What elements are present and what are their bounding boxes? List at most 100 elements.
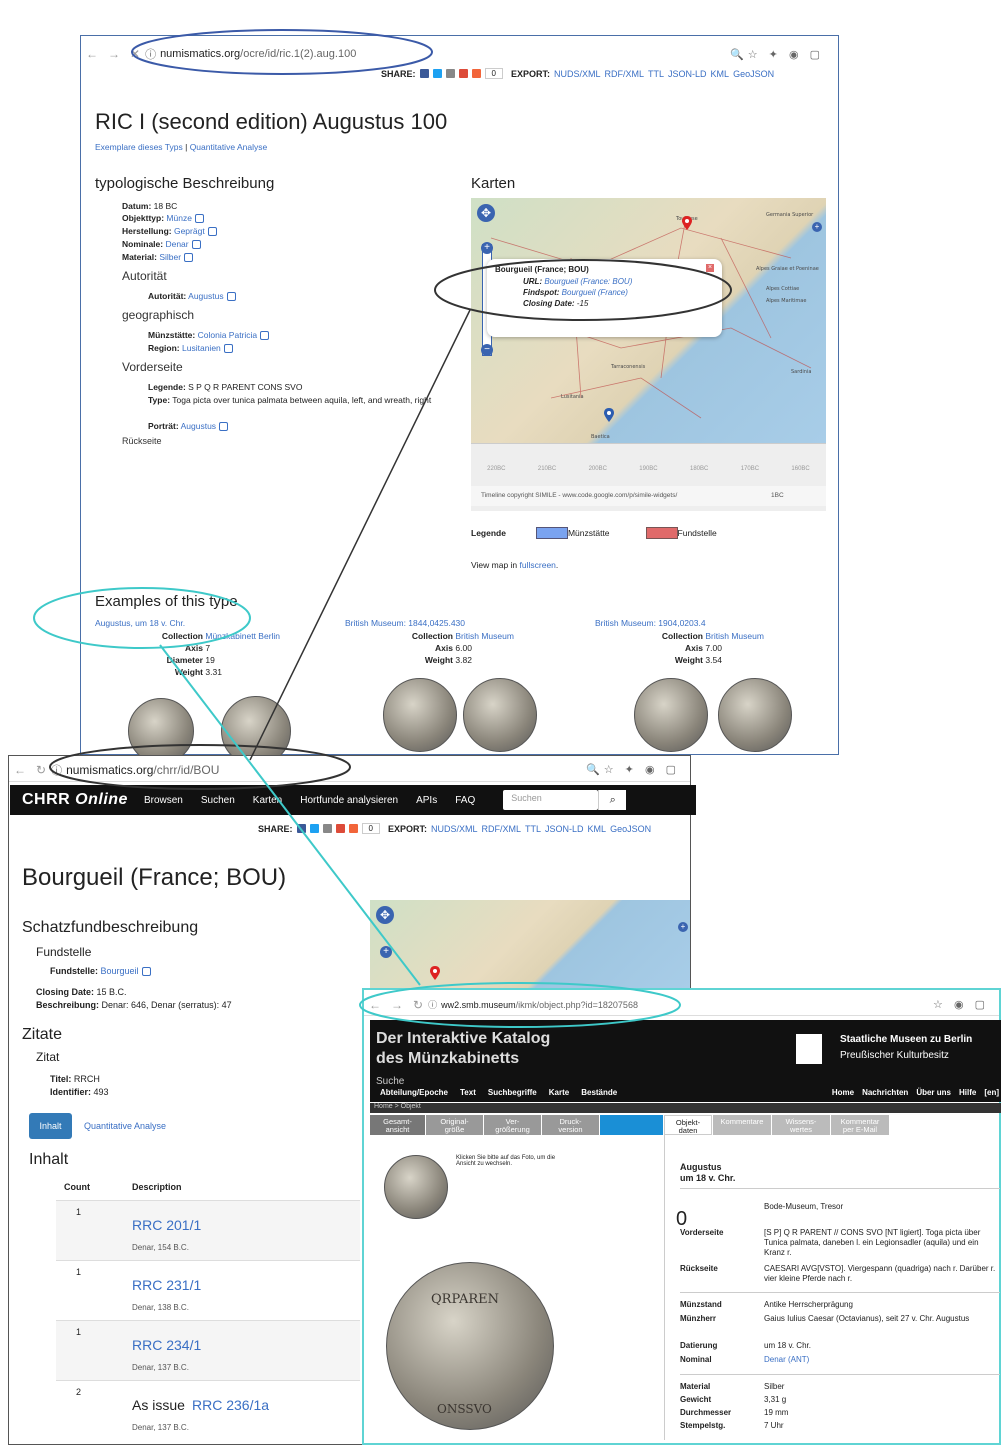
pan-control-icon[interactable]: ✥	[376, 906, 394, 924]
export-json-ld-link[interactable]: JSON-LD	[668, 69, 707, 79]
tab-gesamtansicht[interactable]: Gesamt- ansicht	[370, 1115, 425, 1135]
external-link-icon[interactable]	[226, 292, 236, 302]
tab-kommentare[interactable]: Kommentare	[713, 1115, 771, 1135]
example-2-reverse-image[interactable]	[463, 678, 537, 752]
obverse-large-image[interactable]: QRPAREN ONSSVO	[386, 1262, 554, 1430]
zoom-in-icon[interactable]: +	[380, 946, 392, 958]
search-label[interactable]: Suche	[376, 1076, 404, 1087]
detail-value-link[interactable]: Denar (ANT)	[764, 1355, 1000, 1365]
field-value-link[interactable]: Münze	[166, 213, 192, 223]
tab-inhalt[interactable]: Inhalt	[29, 1113, 72, 1139]
menu-lang[interactable]: [en]	[984, 1088, 999, 1097]
example-2-title[interactable]: British Museum: 1844,0425.430	[345, 618, 465, 628]
fundstelle-link[interactable]: Bourgueil	[101, 966, 139, 976]
tab-objektdaten[interactable]: Objekt- daten	[664, 1115, 712, 1135]
tab-druckversion[interactable]: Druck- version	[542, 1115, 599, 1135]
example-1-title[interactable]: Augustus, um 18 v. Chr.	[95, 618, 185, 628]
reload-icon[interactable]: ↻	[413, 998, 423, 1012]
tab-vergroesserung[interactable]: Ver- größerung	[484, 1115, 541, 1135]
addthis-icon[interactable]	[471, 69, 481, 78]
facebook-icon[interactable]	[419, 69, 429, 78]
back-icon[interactable]: ←	[14, 763, 26, 777]
row-link[interactable]: RRC 236/1a	[192, 1397, 269, 1413]
browser-toolbar-icons[interactable]: ☆ ◉ ▢	[933, 998, 989, 1011]
popup-close-icon[interactable]: ×	[706, 264, 714, 272]
nav-apis[interactable]: APIs	[416, 795, 437, 806]
facebook-icon[interactable]	[296, 824, 306, 833]
export-kml-link[interactable]: KML	[711, 69, 730, 79]
tab-originalgroesse[interactable]: Original- größe	[426, 1115, 483, 1135]
row-link[interactable]: RRC 234/1	[132, 1337, 201, 1353]
nav-karten[interactable]: Karten	[253, 795, 282, 806]
email-icon[interactable]	[322, 824, 332, 833]
external-link-icon[interactable]	[194, 214, 204, 224]
example-3-obverse-image[interactable]	[634, 678, 708, 752]
breadcrumb[interactable]: Home > Objekt	[370, 1103, 1001, 1113]
menu-text[interactable]: Text	[460, 1088, 476, 1097]
email-icon[interactable]	[445, 69, 455, 78]
nav-hortfunde[interactable]: Hortfunde analysieren	[300, 795, 398, 806]
menu-karte[interactable]: Karte	[549, 1088, 569, 1097]
example-2-obverse-image[interactable]	[383, 678, 457, 752]
chrr-map[interactable]: ✥ + +	[370, 900, 690, 988]
external-link-icon[interactable]	[223, 344, 233, 354]
tab-wissenswertes[interactable]: Wissens- wertes	[772, 1115, 830, 1135]
field-value-link[interactable]: Lusitanien	[182, 343, 221, 353]
popup-url-link[interactable]: Bourgueil (France: BOU)	[544, 277, 632, 286]
reload-icon[interactable]: ↻	[36, 763, 46, 777]
external-link-icon[interactable]	[141, 967, 151, 977]
field-value-link[interactable]: Augustus	[181, 421, 216, 431]
ocre-map[interactable]: Toulouse Germania Superior Alpes Graiae …	[471, 198, 826, 443]
external-link-icon[interactable]	[260, 331, 270, 341]
external-link-icon[interactable]	[184, 253, 194, 263]
tab-quantitative-analyse[interactable]: Quantitative Analyse	[84, 1121, 166, 1131]
layer-switcher-icon[interactable]: +	[678, 922, 688, 932]
zoom-in-icon[interactable]: +	[481, 242, 493, 254]
example-3-reverse-image[interactable]	[718, 678, 792, 752]
menu-bestaende[interactable]: Bestände	[581, 1088, 617, 1097]
close-icon[interactable]: ✕	[130, 47, 140, 61]
menu-home[interactable]: Home	[832, 1088, 854, 1097]
export-nuds-xml-link[interactable]: NUDS/XML	[431, 824, 478, 834]
tab-kommentar-email[interactable]: Kommentar per E-Mail	[831, 1115, 889, 1135]
browser-toolbar-icons[interactable]: 🔍☆ ✦ ◉ ▢	[730, 48, 824, 61]
export-geojson-link[interactable]: GeoJSON	[610, 824, 651, 834]
menu-abteilung[interactable]: Abteilung/Epoche	[380, 1088, 448, 1097]
timeline[interactable]: 220BC 210BC 200BC 190BC 180BC 170BC 160B…	[471, 443, 826, 511]
field-value-link[interactable]: Augustus	[188, 291, 223, 301]
chrr-search-input[interactable]: Suchen	[503, 790, 599, 810]
smb-address-bar[interactable]: ← → ↻ ⓘ ww2.smb.museum/ikmk/object.php?i…	[364, 994, 999, 1016]
mint-marker-icon[interactable]	[604, 408, 614, 422]
zoom-out-icon[interactable]: −	[481, 344, 493, 356]
export-rdf-xml-link[interactable]: RDF/XML	[482, 824, 522, 834]
ocre-address-bar[interactable]: ← → ✕ ⓘ numismatics.org/ocre/id/ric.1(2)…	[81, 44, 838, 64]
forward-icon[interactable]: →	[391, 998, 403, 1012]
export-ttl-link[interactable]: TTL	[525, 824, 541, 834]
reverse-thumbnail-image[interactable]	[384, 1155, 448, 1219]
findspot-marker-icon[interactable]	[430, 966, 440, 980]
fullscreen-link[interactable]: fullscreen	[520, 560, 556, 570]
quantitative-analyse-link[interactable]: Quantitative Analyse	[190, 142, 268, 152]
twitter-icon[interactable]	[432, 69, 442, 78]
forward-icon[interactable]: →	[108, 47, 120, 61]
menu-ueber-uns[interactable]: Über uns	[916, 1088, 951, 1097]
field-value-link[interactable]: Colonia Patricia	[198, 330, 258, 340]
addthis-icon[interactable]	[348, 824, 358, 833]
nav-suchen[interactable]: Suchen	[201, 795, 235, 806]
export-json-ld-link[interactable]: JSON-LD	[545, 824, 584, 834]
menu-hilfe[interactable]: Hilfe	[959, 1088, 976, 1097]
row-link[interactable]: RRC 231/1	[132, 1277, 201, 1293]
external-link-icon[interactable]	[219, 422, 229, 432]
export-geojson-link[interactable]: GeoJSON	[733, 69, 774, 79]
example-value-link[interactable]: British Museum	[705, 631, 764, 641]
menu-suchbegriffe[interactable]: Suchbegriffe	[488, 1088, 537, 1097]
field-value-link[interactable]: Geprägt	[174, 226, 205, 236]
google-plus-icon[interactable]	[458, 69, 468, 78]
chrr-brand[interactable]: CHRR Online	[22, 791, 128, 809]
nav-browsen[interactable]: Browsen	[144, 795, 183, 806]
export-ttl-link[interactable]: TTL	[648, 69, 664, 79]
twitter-icon[interactable]	[309, 824, 319, 833]
popup-findspot-link[interactable]: Bourgueil (France)	[562, 288, 628, 297]
external-link-icon[interactable]	[207, 227, 217, 237]
chrr-address-bar[interactable]: ← ↻ ⓘ numismatics.org/chrr/id/BOU 🔍☆ ✦ ◉…	[9, 758, 690, 782]
